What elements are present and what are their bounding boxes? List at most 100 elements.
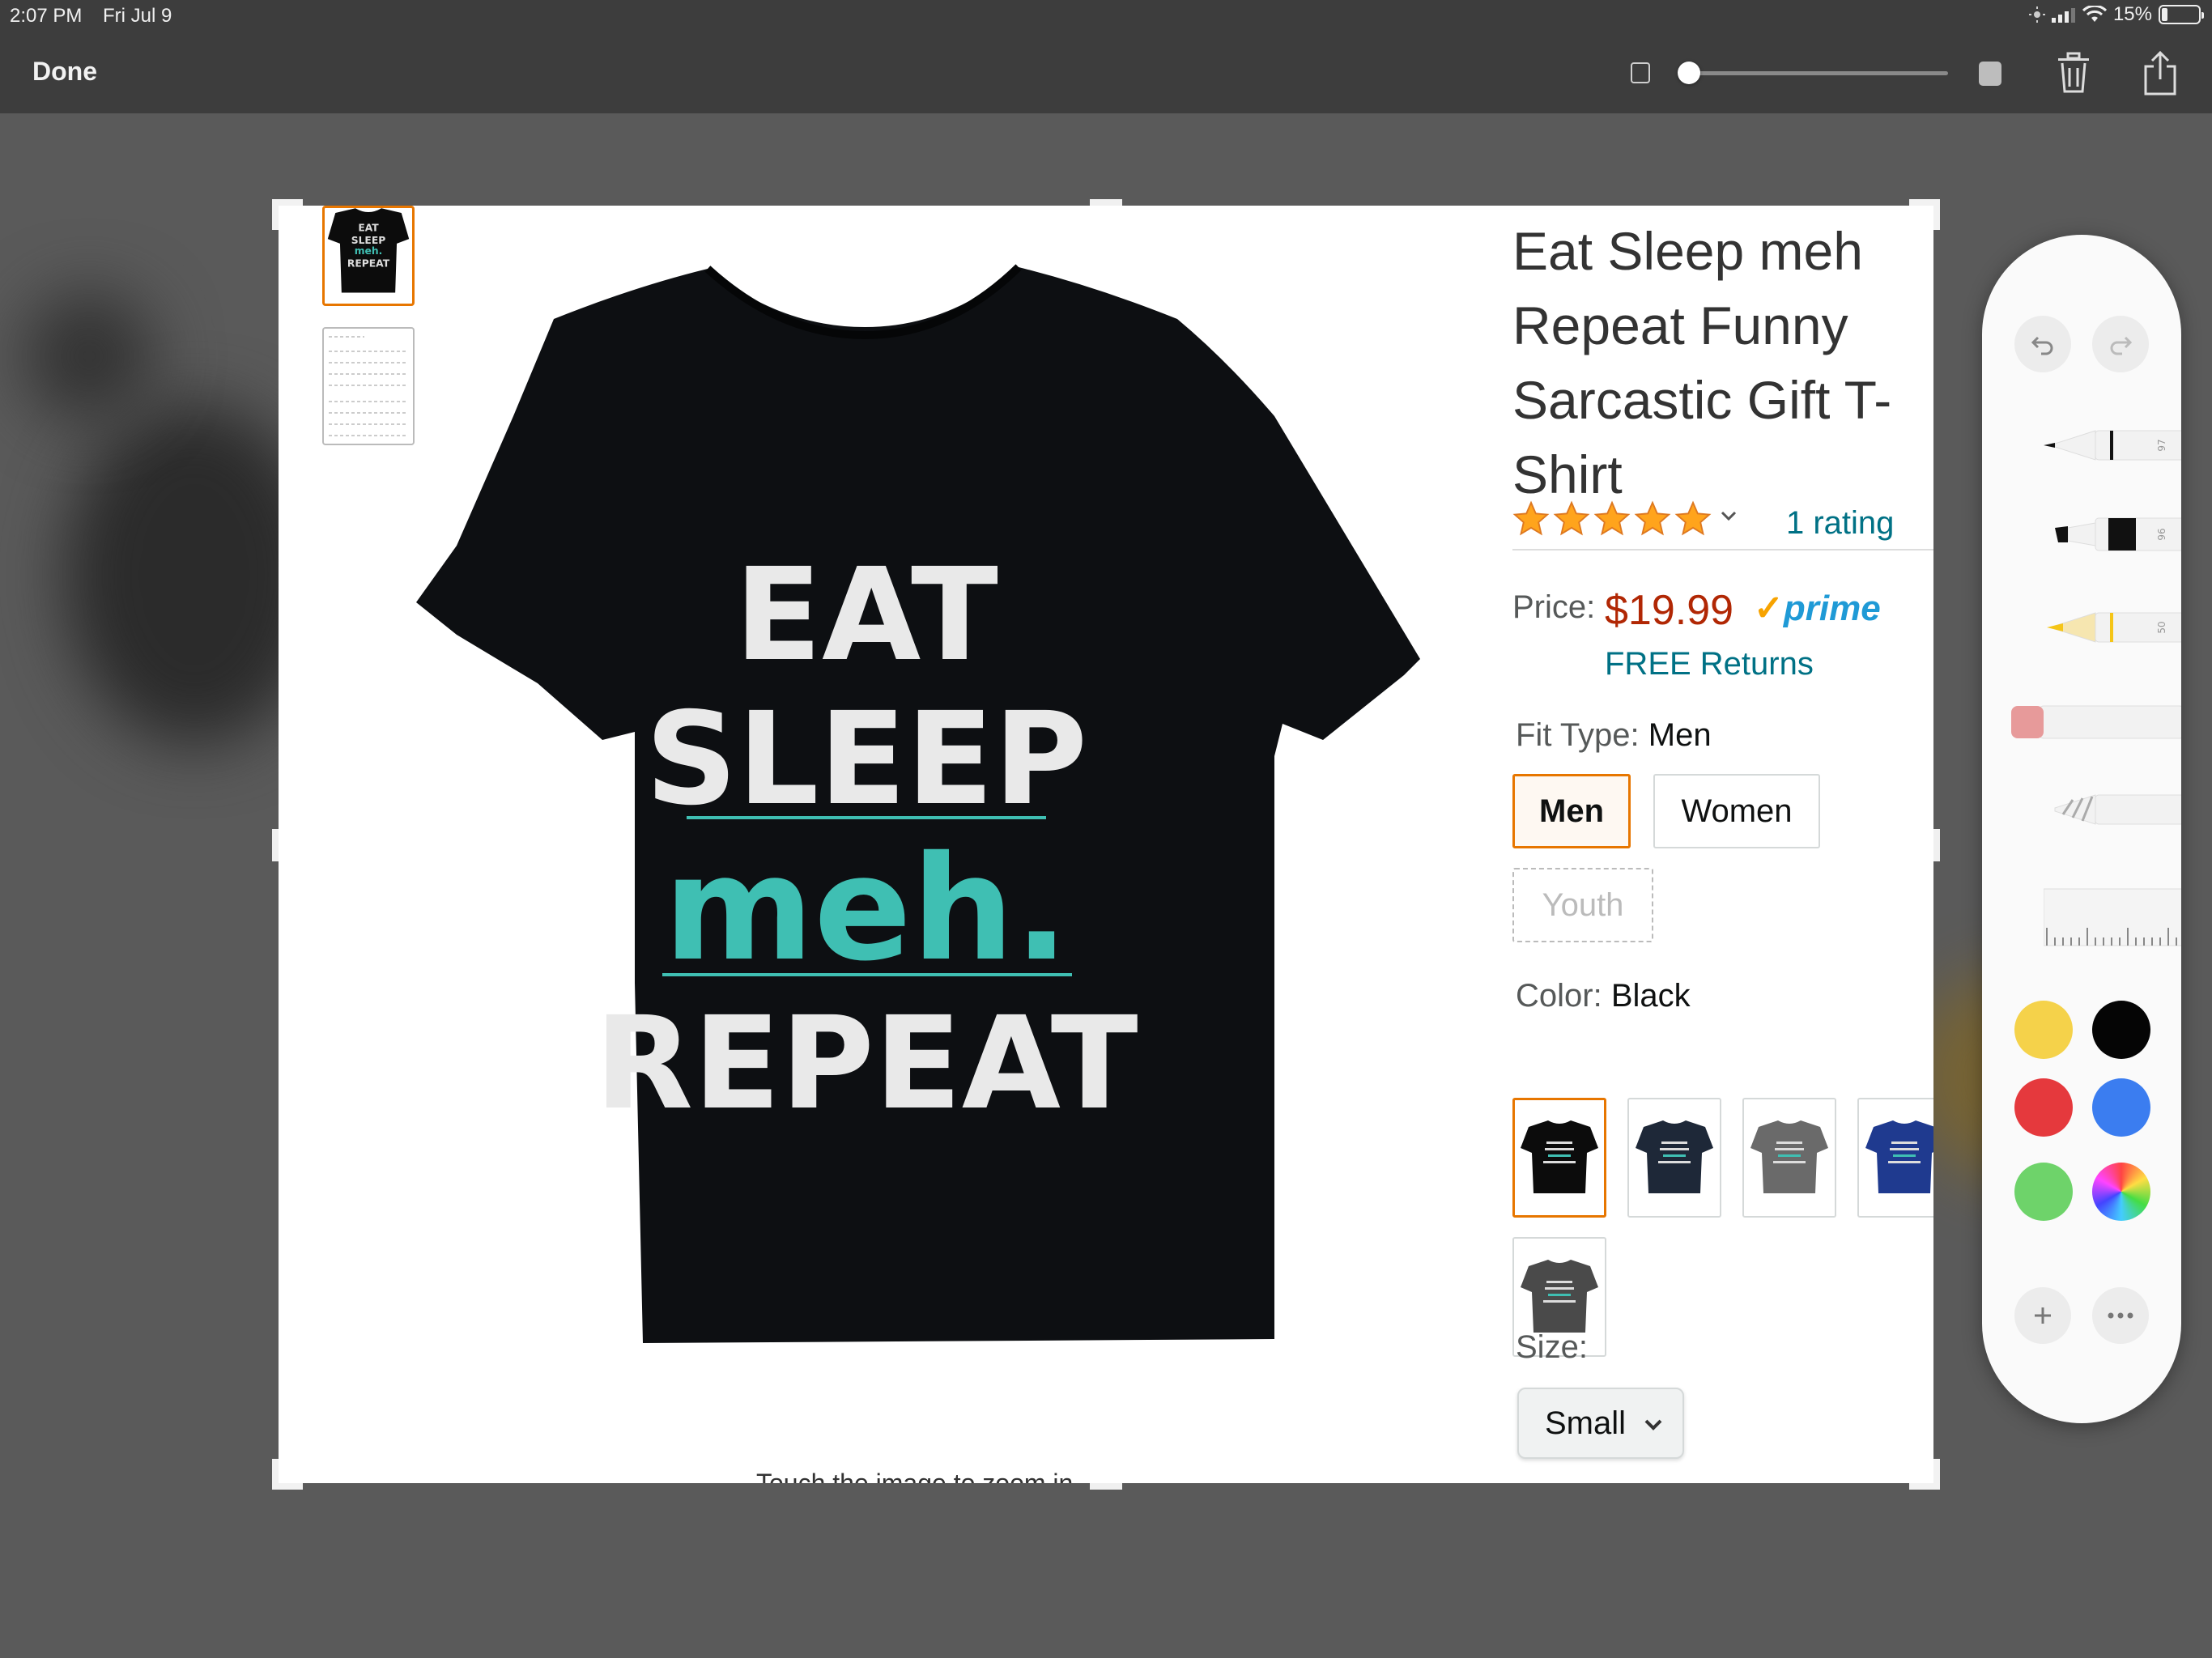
color-swatch[interactable]: [1857, 1098, 1933, 1218]
swatch-shirt-image: [1865, 1120, 1933, 1193]
prime-badge: ✓prime: [1754, 588, 1881, 629]
size-chart-image: [329, 336, 408, 436]
color-wheel-icon[interactable]: [2092, 1163, 2150, 1221]
undo-icon: [2031, 336, 2053, 355]
pen-icon[interactable]: 97: [2039, 421, 2181, 470]
zoom-hint: Touch the image to zoom in: [756, 1469, 1074, 1483]
redo-icon: [2110, 336, 2133, 355]
fit-option-men[interactable]: Men: [1512, 774, 1631, 848]
fit-option-label: Youth: [1542, 886, 1624, 923]
status-right: 15%: [2028, 3, 2204, 26]
marker-icon[interactable]: 96: [2039, 510, 2181, 559]
opacity-slider-track[interactable]: [1684, 71, 1948, 75]
size-label: Size:: [1516, 1329, 1588, 1365]
lasso-icon[interactable]: [2039, 785, 2181, 834]
star-rating[interactable]: [1512, 500, 1712, 538]
cellular-signal-icon: [2051, 8, 2075, 23]
marker-width-label: 96: [2156, 528, 2167, 540]
crop-handle-right[interactable]: [1933, 829, 1940, 861]
color-swatch[interactable]: [1627, 1098, 1721, 1218]
fit-option-label: Men: [1539, 793, 1604, 829]
pen-width-label: 97: [2156, 439, 2167, 451]
prime-label: prime: [1783, 589, 1881, 628]
color-label-text: Color:: [1516, 978, 1602, 1014]
star-icon: [1674, 500, 1712, 536]
thumbnail-shirt[interactable]: EAT SLEEP meh. REPEAT: [322, 206, 415, 306]
color-swatch[interactable]: [1512, 1098, 1606, 1218]
eraser-icon[interactable]: [2006, 698, 2181, 746]
done-button[interactable]: Done: [32, 57, 97, 87]
redo-button[interactable]: [2092, 316, 2149, 372]
swatch-shirt-image: [1521, 1120, 1598, 1193]
price-label: Price:: [1512, 589, 1596, 625]
star-icon: [1553, 500, 1590, 536]
star-icon: [1593, 500, 1631, 536]
background-blur: [24, 291, 154, 421]
color-dot[interactable]: [2014, 1163, 2073, 1221]
swatch-shirt-image: [1636, 1120, 1713, 1193]
screenshot-canvas: EAT SLEEP meh. REPEAT EAT SLEEP meh. REP…: [279, 206, 1933, 1483]
star-icon: [1634, 500, 1671, 536]
product-title: Eat Sleep meh Repeat Funny Sarcastic Gif…: [1512, 221, 1892, 504]
battery-fill: [2162, 8, 2167, 21]
trash-icon[interactable]: [2057, 52, 2091, 94]
thumb-text-meh: meh.: [355, 245, 383, 257]
fit-type-value: Men: [1648, 717, 1712, 753]
fit-option-label: Women: [1681, 793, 1793, 829]
fit-option-women[interactable]: Women: [1653, 774, 1820, 848]
shirt-text-meh: meh.: [664, 825, 1070, 993]
add-button[interactable]: [2014, 1287, 2071, 1344]
thumb-text-sleep: SLEEP: [351, 235, 386, 246]
crop-handle-bottom[interactable]: [1090, 1483, 1122, 1490]
add-icon: [2035, 1307, 2051, 1324]
more-button[interactable]: [2092, 1287, 2149, 1344]
fit-type-label: Fit Type: Men: [1516, 717, 1712, 754]
swatch-shirt-image: [1521, 1260, 1598, 1333]
crop-handle-left[interactable]: [272, 829, 279, 861]
large-square-icon: [1979, 62, 2001, 86]
crop-handle-top[interactable]: [1090, 199, 1122, 206]
size-dropdown[interactable]: Small: [1517, 1388, 1684, 1459]
size-dropdown-value: Small: [1545, 1405, 1627, 1441]
markup-tool-palette: 97 96 50: [1982, 235, 2181, 1423]
status-date: Fri Jul 9: [103, 5, 172, 27]
fit-type-label-text: Fit Type:: [1516, 717, 1640, 753]
thumb-text-repeat: REPEAT: [347, 257, 390, 269]
rating-count-link[interactable]: 1 rating: [1786, 505, 1894, 542]
wifi-icon: [2082, 6, 2107, 22]
shirt-text-repeat: REPEAT: [594, 989, 1138, 1138]
color-swatch[interactable]: [1742, 1098, 1836, 1218]
product-main-image[interactable]: EAT SLEEP meh. REPEAT: [416, 254, 1453, 1371]
pencil-width-label: 50: [2156, 621, 2167, 633]
chevron-down-icon[interactable]: [1718, 505, 1739, 526]
shirt-text-eat: EAT: [734, 541, 998, 690]
chevron-down-icon: [1644, 1419, 1662, 1431]
thumbnail-shirt-image: EAT SLEEP meh. REPEAT: [327, 208, 410, 293]
thumb-text-eat: EAT: [358, 223, 379, 234]
color-dot[interactable]: [2092, 1001, 2150, 1059]
color-label: Color: Black: [1516, 978, 1691, 1014]
shirt-text-sleep: SLEEP: [645, 685, 1087, 834]
share-icon[interactable]: [2142, 50, 2178, 96]
divider: [1512, 549, 1933, 551]
ruler-icon[interactable]: [2044, 886, 2181, 950]
color-dot[interactable]: [2014, 1078, 2073, 1137]
status-bar: 2:07 PM Fri Jul 9 15%: [0, 0, 2212, 32]
pencil-icon[interactable]: 50: [2039, 603, 2181, 652]
undo-button[interactable]: [2014, 316, 2071, 372]
thumbnail-size-chart[interactable]: [322, 327, 415, 445]
fit-option-youth[interactable]: Youth: [1512, 868, 1653, 942]
free-returns-link[interactable]: FREE Returns: [1605, 646, 1814, 682]
brightness-icon: [2028, 6, 2045, 23]
markup-toolbar: Done: [0, 32, 2212, 113]
swatch-shirt-image: [1750, 1120, 1828, 1193]
battery-percent: 15%: [2112, 3, 2152, 25]
battery-icon: [2159, 5, 2204, 24]
star-icon: [1512, 500, 1550, 536]
opacity-slider-thumb[interactable]: [1678, 62, 1700, 84]
more-icon: [2108, 1312, 2133, 1319]
small-square-icon: [1631, 62, 1650, 83]
color-dot[interactable]: [2092, 1078, 2150, 1137]
price-value: $19.99: [1605, 587, 1734, 634]
color-dot[interactable]: [2014, 1001, 2073, 1059]
